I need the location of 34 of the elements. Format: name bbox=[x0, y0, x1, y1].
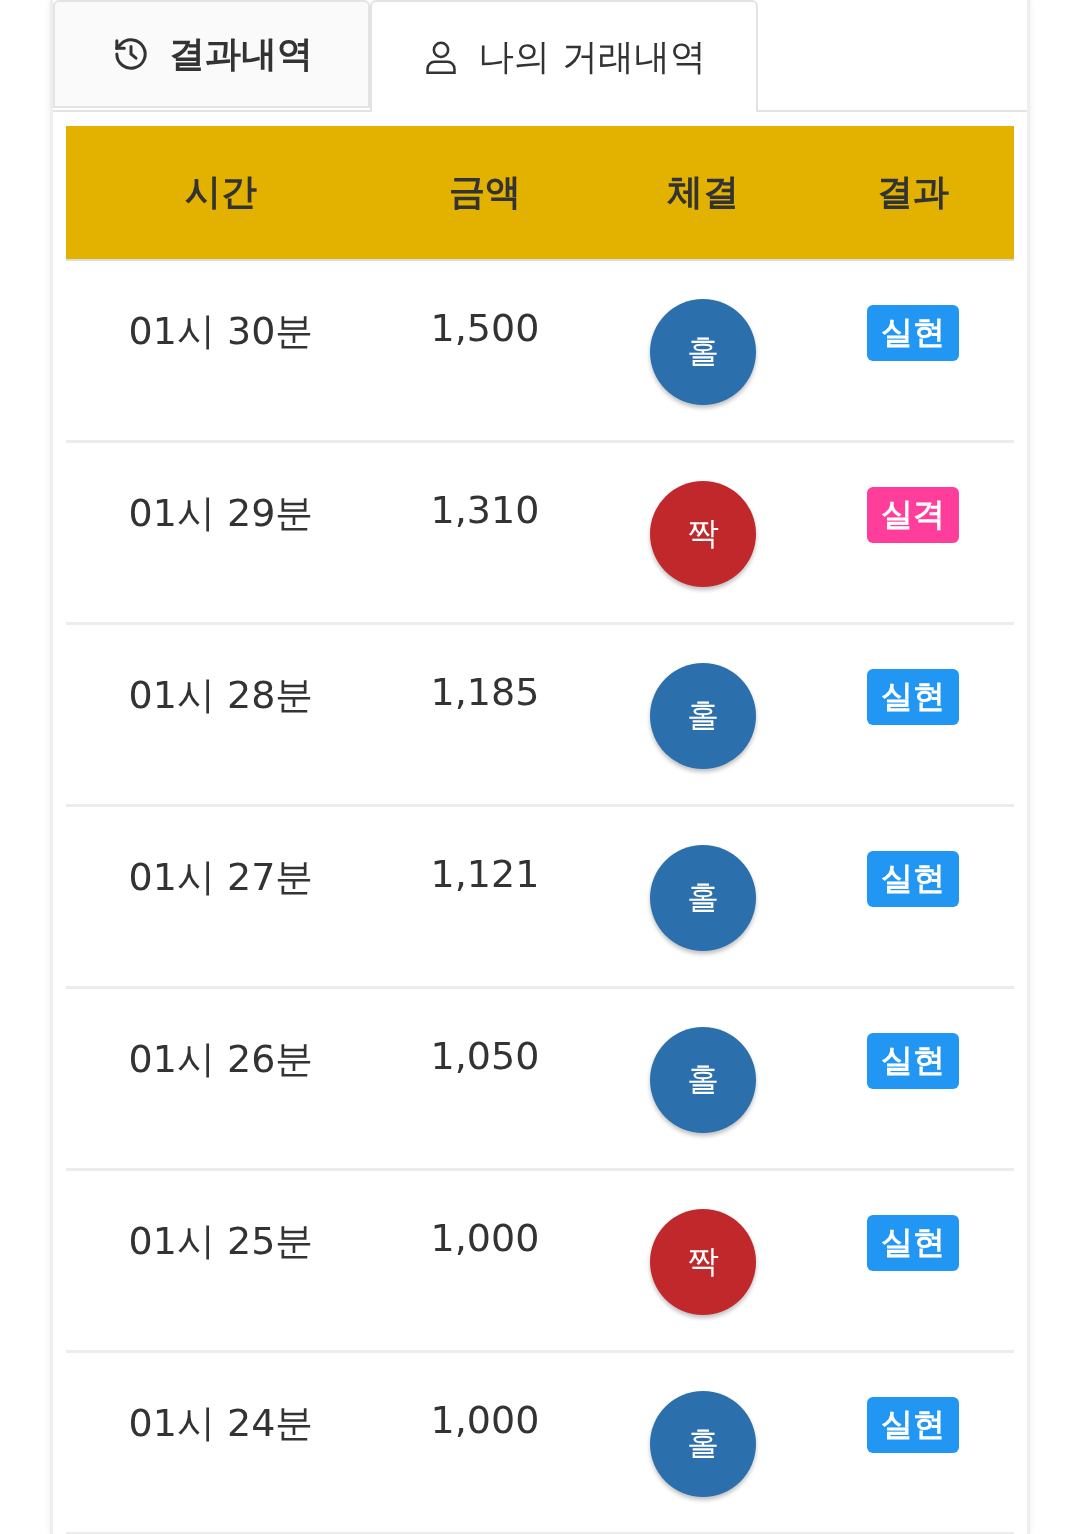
trade-ball: 홀 bbox=[650, 1391, 756, 1497]
trade-ball: 짝 bbox=[650, 1209, 756, 1315]
table-cell-text: 01시 27분 bbox=[127, 854, 315, 901]
trade-ball: 홀 bbox=[650, 845, 756, 951]
column-header: 금액 bbox=[448, 170, 522, 214]
result-badge: 실현 bbox=[867, 305, 959, 361]
result-badge: 실현 bbox=[867, 1215, 959, 1271]
trade-ball: 짝 bbox=[650, 481, 756, 587]
table-cell-text: 01시 30분 bbox=[127, 308, 315, 355]
column-header: 체결 bbox=[666, 170, 740, 214]
table-cell-text: 01시 29분 bbox=[127, 490, 315, 537]
table-cell-text: 01시 28분 bbox=[127, 672, 315, 719]
result-badge: 실현 bbox=[867, 1033, 959, 1089]
trade-ball: 홀 bbox=[650, 663, 756, 769]
table-cell-text: 01시 25분 bbox=[127, 1218, 315, 1265]
tab[interactable]: 나의 거래내역 bbox=[370, 0, 758, 112]
table-cell-text: 1,000 bbox=[429, 1397, 541, 1442]
result-badge: 실현 bbox=[867, 851, 959, 907]
column-header: 시간 bbox=[184, 170, 258, 214]
table-cell-text: 1,310 bbox=[429, 487, 541, 532]
column-header: 결과 bbox=[876, 170, 950, 214]
table-cell-text: 1,500 bbox=[429, 305, 541, 350]
result-badge: 실현 bbox=[867, 669, 959, 725]
result-badge: 실격 bbox=[867, 487, 959, 543]
trade-ball: 홀 bbox=[650, 1027, 756, 1133]
table-cell-text: 01시 24분 bbox=[127, 1400, 315, 1447]
table-cell-text: 1,000 bbox=[429, 1215, 541, 1260]
table-cell-text: 01시 26분 bbox=[127, 1036, 315, 1083]
table-cell-text: 1,121 bbox=[429, 851, 541, 896]
tab[interactable]: 결과내역 bbox=[53, 0, 370, 108]
table-cell-text: 1,185 bbox=[429, 669, 541, 714]
result-badge: 실현 bbox=[867, 1397, 959, 1453]
trade-ball: 홀 bbox=[650, 299, 756, 405]
table-cell-text: 1,050 bbox=[429, 1033, 541, 1078]
